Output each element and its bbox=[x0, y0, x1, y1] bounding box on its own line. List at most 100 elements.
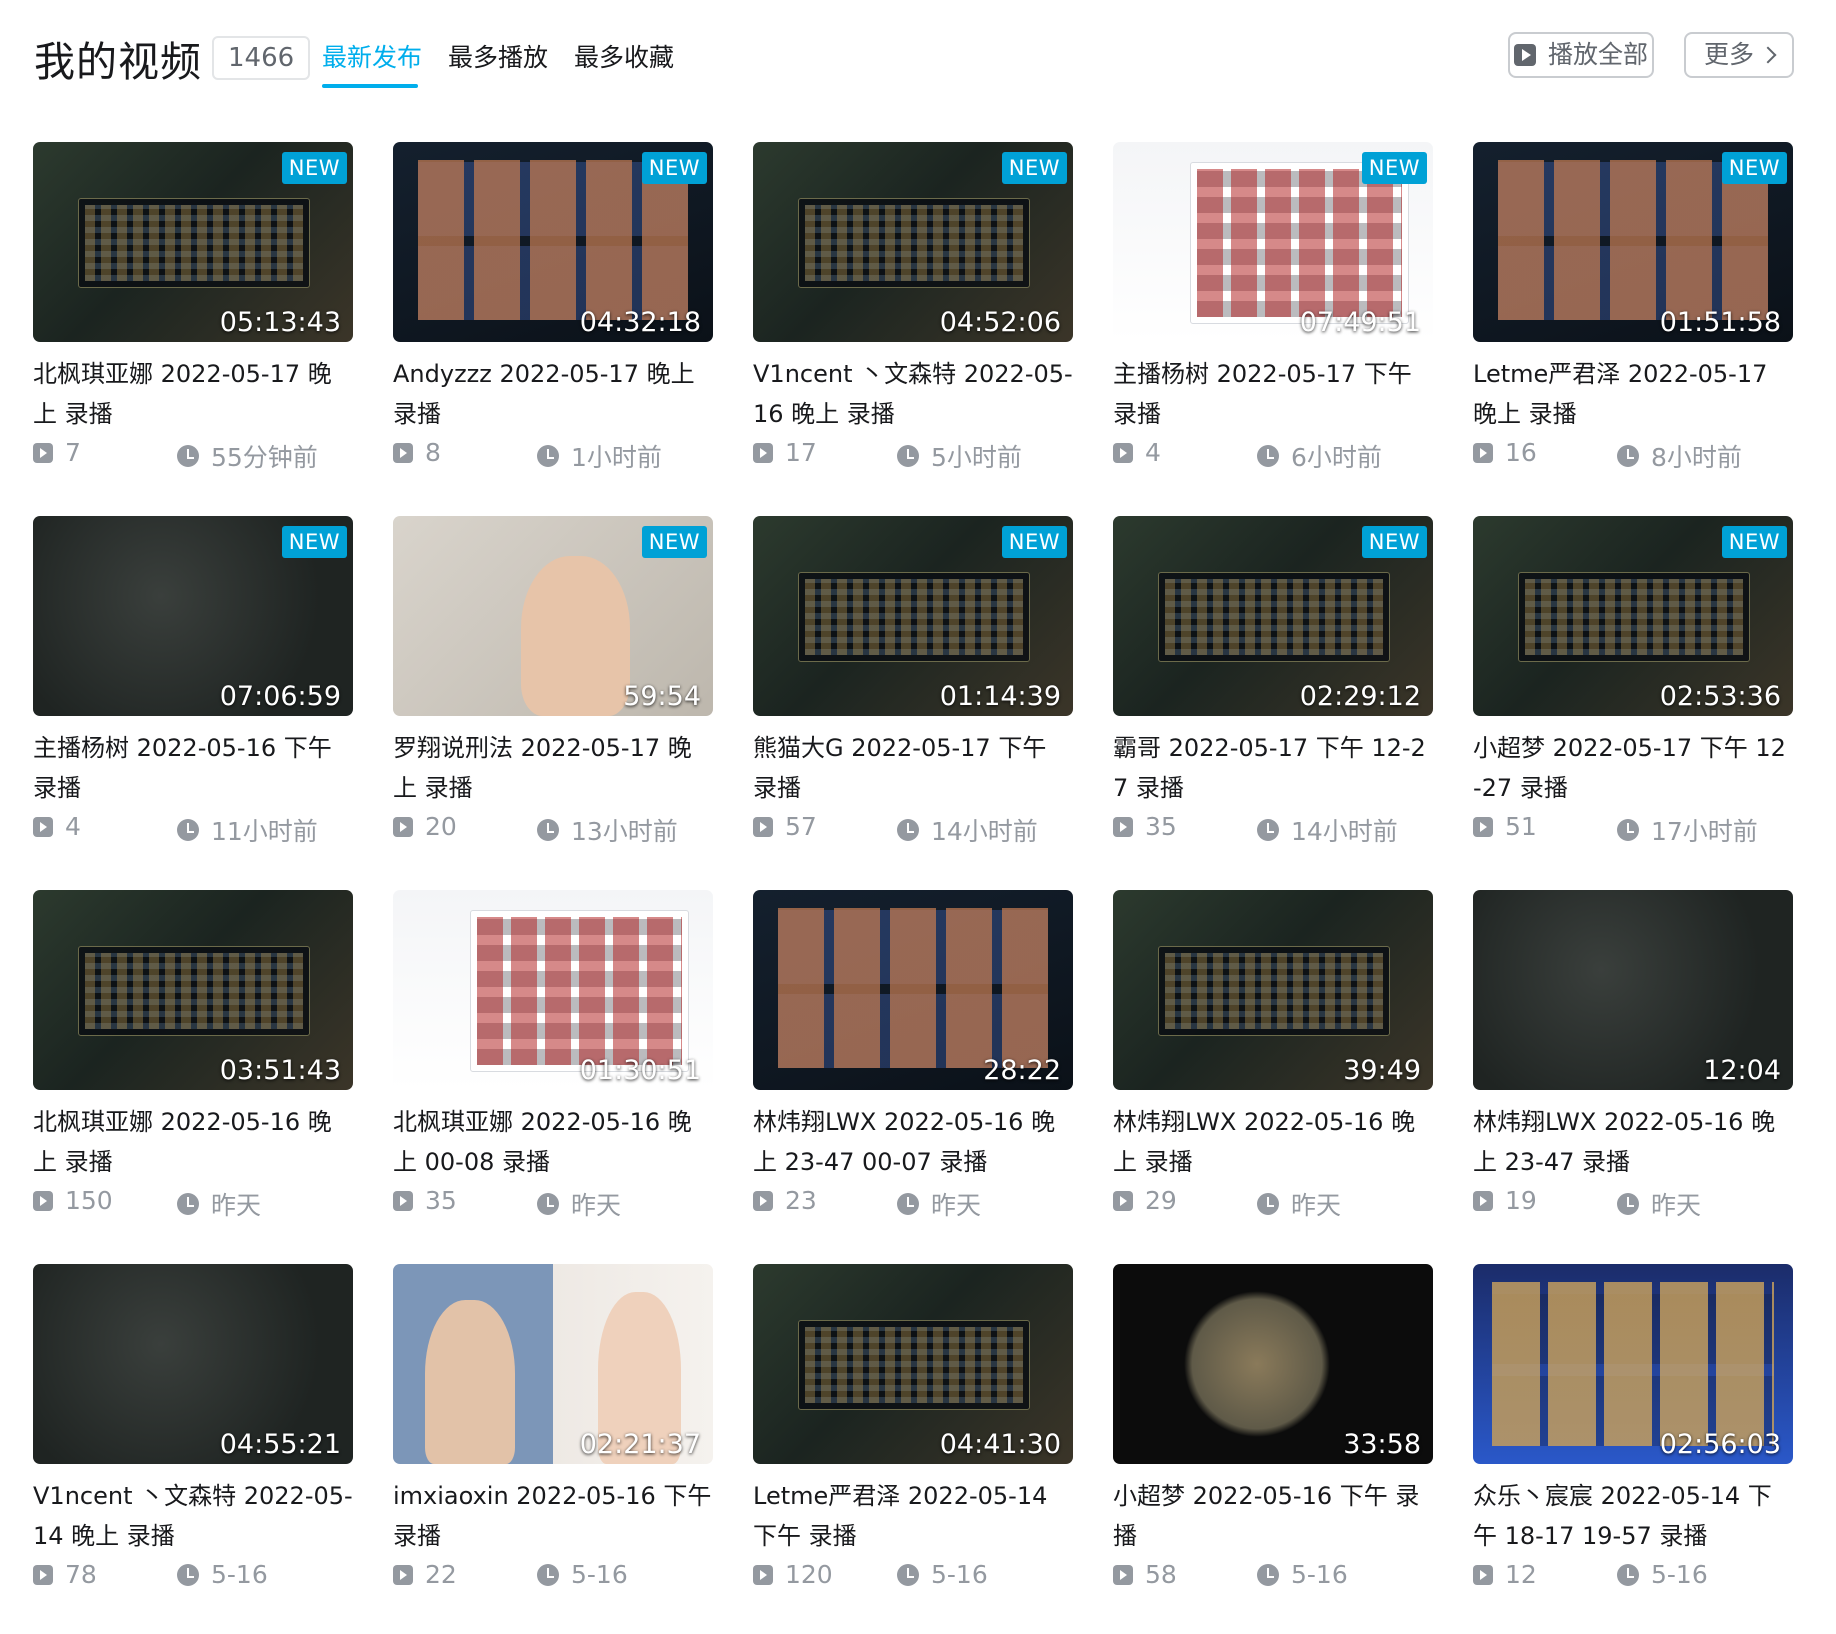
clock-icon bbox=[537, 819, 559, 841]
video-title[interactable]: V1ncent 丶文森特 2022-05-14 晚上 录播 bbox=[33, 1476, 353, 1556]
video-card[interactable]: NEW 01:14:39 熊猫大G 2022-05-17 下午 录播 57 14小时前 bbox=[753, 516, 1073, 886]
video-meta: 58 5-16 bbox=[1113, 1560, 1433, 1596]
video-card[interactable]: 33:58 小超梦 2022-05-16 下午 录播 58 5-16 bbox=[1113, 1264, 1433, 1634]
play-count-value: 78 bbox=[65, 1560, 97, 1589]
active-tab-indicator bbox=[322, 84, 418, 88]
publish-time: 昨天 bbox=[897, 1186, 981, 1222]
video-thumbnail[interactable]: 02:56:03 bbox=[1473, 1264, 1793, 1464]
publish-time-value: 55分钟前 bbox=[211, 443, 318, 472]
publish-time-value: 昨天 bbox=[571, 1191, 622, 1220]
tab-most-favorited[interactable]: 最多收藏 bbox=[574, 38, 674, 74]
play-count-value: 19 bbox=[1505, 1186, 1537, 1215]
new-badge: NEW bbox=[641, 152, 707, 184]
video-card[interactable]: NEW 04:52:06 V1ncent 丶文森特 2022-05-16 晚上 录播… bbox=[753, 142, 1073, 512]
video-title[interactable]: 罗翔说刑法 2022-05-17 晚上 录播 bbox=[393, 728, 713, 808]
video-card[interactable]: NEW 04:32:18 Andyzzz 2022-05-17 晚上 录播 8 1小时前 bbox=[393, 142, 713, 512]
video-thumbnail[interactable]: 03:51:43 bbox=[33, 890, 353, 1090]
more-button[interactable]: 更多 bbox=[1684, 32, 1794, 78]
video-card[interactable]: 04:55:21 V1ncent 丶文森特 2022-05-14 晚上 录播 78 5… bbox=[33, 1264, 353, 1634]
video-card[interactable]: NEW 05:13:43 北枫琪亚娜 2022-05-17 晚上 录播 7 55分钟前 bbox=[33, 142, 353, 512]
video-thumbnail[interactable]: NEW 07:06:59 bbox=[33, 516, 353, 716]
video-thumbnail[interactable]: NEW 01:51:58 bbox=[1473, 142, 1793, 342]
video-duration: 04:55:21 bbox=[219, 1429, 341, 1460]
clock-icon bbox=[177, 819, 199, 841]
play-count-icon bbox=[1473, 1190, 1493, 1211]
video-duration: 02:56:03 bbox=[1659, 1429, 1781, 1460]
video-title[interactable]: 霸哥 2022-05-17 下午 12-27 录播 bbox=[1113, 728, 1433, 808]
video-thumbnail[interactable]: NEW 04:32:18 bbox=[393, 142, 713, 342]
video-title[interactable]: Letme严君泽 2022-05-14 下午 录播 bbox=[753, 1476, 1073, 1556]
clock-icon bbox=[1257, 1193, 1279, 1215]
video-card[interactable]: 02:21:37 imxiaoxin 2022-05-16 下午 录播 22 5-16 bbox=[393, 1264, 713, 1634]
tab-most-played[interactable]: 最多播放 bbox=[448, 38, 548, 74]
play-count-value: 120 bbox=[785, 1560, 833, 1589]
video-title[interactable]: 北枫琪亚娜 2022-05-16 晚上 00-08 录播 bbox=[393, 1102, 713, 1182]
play-count-value: 7 bbox=[65, 438, 81, 467]
video-thumbnail[interactable]: NEW 07:49:51 bbox=[1113, 142, 1433, 342]
video-duration: 59:54 bbox=[623, 681, 701, 712]
video-title[interactable]: 主播杨树 2022-05-16 下午 录播 bbox=[33, 728, 353, 808]
video-duration: 39:49 bbox=[1343, 1055, 1421, 1086]
video-thumbnail[interactable]: NEW 04:52:06 bbox=[753, 142, 1073, 342]
video-thumbnail[interactable]: 02:21:37 bbox=[393, 1264, 713, 1464]
video-card[interactable]: 12:04 林炜翔LWX 2022-05-16 晚上 23-47 录播 19 昨天 bbox=[1473, 890, 1793, 1260]
video-thumbnail[interactable]: 33:58 bbox=[1113, 1264, 1433, 1464]
video-title[interactable]: 主播杨树 2022-05-17 下午 录播 bbox=[1113, 354, 1433, 434]
video-card[interactable]: NEW 02:29:12 霸哥 2022-05-17 下午 12-27 录播 35 14… bbox=[1113, 516, 1433, 886]
video-card[interactable]: 02:56:03 众乐丶宸宸 2022-05-14 下午 18-17 19-57 … bbox=[1473, 1264, 1793, 1634]
video-thumbnail[interactable]: NEW 01:14:39 bbox=[753, 516, 1073, 716]
play-count: 23 bbox=[753, 1186, 817, 1215]
video-thumbnail[interactable]: NEW 05:13:43 bbox=[33, 142, 353, 342]
video-card[interactable]: 03:51:43 北枫琪亚娜 2022-05-16 晚上 录播 150 昨天 bbox=[33, 890, 353, 1260]
video-thumbnail[interactable]: 12:04 bbox=[1473, 890, 1793, 1090]
video-title[interactable]: 林炜翔LWX 2022-05-16 晚上 录播 bbox=[1113, 1102, 1433, 1182]
clock-icon bbox=[897, 819, 919, 841]
play-count-icon bbox=[33, 1564, 53, 1585]
video-title[interactable]: 众乐丶宸宸 2022-05-14 下午 18-17 19-57 录播 bbox=[1473, 1476, 1793, 1556]
video-duration: 33:58 bbox=[1343, 1429, 1421, 1460]
play-count-value: 58 bbox=[1145, 1560, 1177, 1589]
publish-time-value: 5小时前 bbox=[931, 443, 1022, 472]
video-title[interactable]: 北枫琪亚娜 2022-05-16 晚上 录播 bbox=[33, 1102, 353, 1182]
video-thumbnail[interactable]: 04:55:21 bbox=[33, 1264, 353, 1464]
video-card[interactable]: NEW 07:06:59 主播杨树 2022-05-16 下午 录播 4 11小时前 bbox=[33, 516, 353, 886]
video-card[interactable]: 04:41:30 Letme严君泽 2022-05-14 下午 录播 120 5-16 bbox=[753, 1264, 1073, 1634]
tab-latest[interactable]: 最新发布 bbox=[322, 38, 422, 74]
video-title[interactable]: 林炜翔LWX 2022-05-16 晚上 23-47 录播 bbox=[1473, 1102, 1793, 1182]
publish-time: 13小时前 bbox=[537, 812, 678, 848]
play-count-icon bbox=[1473, 442, 1493, 463]
video-title[interactable]: 北枫琪亚娜 2022-05-17 晚上 录播 bbox=[33, 354, 353, 434]
thumbnail-image bbox=[797, 1320, 1031, 1410]
play-all-button[interactable]: 播放全部 bbox=[1508, 32, 1654, 78]
video-title[interactable]: Letme严君泽 2022-05-17 晚上 录播 bbox=[1473, 354, 1793, 434]
thumbnail-image bbox=[1157, 572, 1391, 662]
video-title[interactable]: 熊猫大G 2022-05-17 下午 录播 bbox=[753, 728, 1073, 808]
video-card[interactable]: NEW 02:53:36 小超梦 2022-05-17 下午 12-27 录播 51 1… bbox=[1473, 516, 1793, 886]
video-card[interactable]: 39:49 林炜翔LWX 2022-05-16 晚上 录播 29 昨天 bbox=[1113, 890, 1433, 1260]
video-thumbnail[interactable]: 01:30:51 bbox=[393, 890, 713, 1090]
video-thumbnail[interactable]: 28:22 bbox=[753, 890, 1073, 1090]
video-title[interactable]: 小超梦 2022-05-17 下午 12-27 录播 bbox=[1473, 728, 1793, 808]
play-count: 12 bbox=[1473, 1560, 1537, 1589]
video-title[interactable]: 小超梦 2022-05-16 下午 录播 bbox=[1113, 1476, 1433, 1556]
play-count-icon bbox=[393, 442, 413, 463]
video-thumbnail[interactable]: 04:41:30 bbox=[753, 1264, 1073, 1464]
video-card[interactable]: NEW 59:54 罗翔说刑法 2022-05-17 晚上 录播 20 13小时前 bbox=[393, 516, 713, 886]
publish-time-value: 17小时前 bbox=[1651, 817, 1758, 846]
video-thumbnail[interactable]: NEW 02:29:12 bbox=[1113, 516, 1433, 716]
video-thumbnail[interactable]: 39:49 bbox=[1113, 890, 1433, 1090]
video-meta: 150 昨天 bbox=[33, 1186, 353, 1222]
video-card[interactable]: NEW 01:51:58 Letme严君泽 2022-05-17 晚上 录播 16 8小… bbox=[1473, 142, 1793, 512]
clock-icon bbox=[1257, 445, 1279, 467]
video-title[interactable]: V1ncent 丶文森特 2022-05-16 晚上 录播 bbox=[753, 354, 1073, 434]
video-thumbnail[interactable]: NEW 02:53:36 bbox=[1473, 516, 1793, 716]
video-title[interactable]: 林炜翔LWX 2022-05-16 晚上 23-47 00-07 录播 bbox=[753, 1102, 1073, 1182]
video-card[interactable]: NEW 07:49:51 主播杨树 2022-05-17 下午 录播 4 6小时前 bbox=[1113, 142, 1433, 512]
play-count: 7 bbox=[33, 438, 81, 467]
video-title[interactable]: imxiaoxin 2022-05-16 下午 录播 bbox=[393, 1476, 713, 1556]
video-card[interactable]: 01:30:51 北枫琪亚娜 2022-05-16 晚上 00-08 录播 35 昨天 bbox=[393, 890, 713, 1260]
video-card[interactable]: 28:22 林炜翔LWX 2022-05-16 晚上 23-47 00-07 录播… bbox=[753, 890, 1073, 1260]
video-thumbnail[interactable]: NEW 59:54 bbox=[393, 516, 713, 716]
play-count: 58 bbox=[1113, 1560, 1177, 1589]
video-title[interactable]: Andyzzz 2022-05-17 晚上 录播 bbox=[393, 354, 713, 434]
